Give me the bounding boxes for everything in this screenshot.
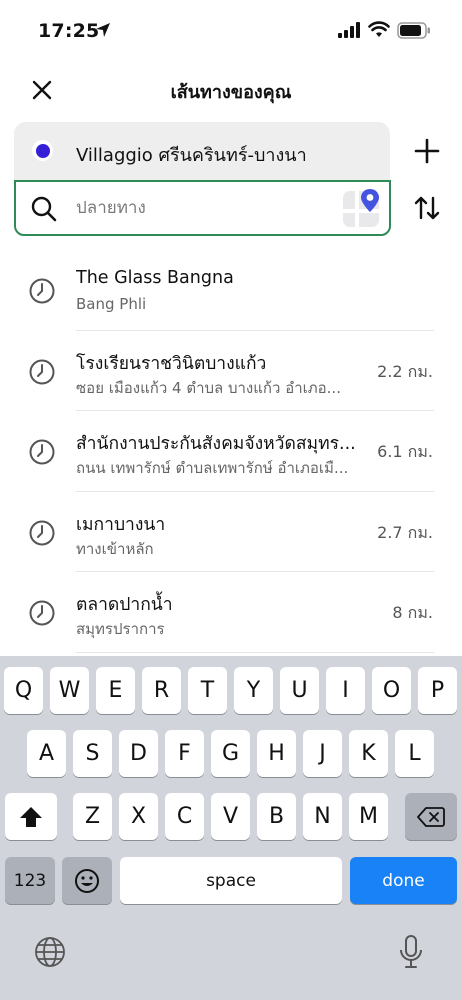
list-item[interactable]: สำนักงานประกันสังคมจังหวัดสมุทร... ถนน เ… bbox=[0, 411, 462, 492]
emoji-icon bbox=[75, 868, 99, 893]
key-l[interactable]: L bbox=[395, 730, 434, 777]
key-g[interactable]: G bbox=[211, 730, 250, 777]
shift-key[interactable] bbox=[5, 793, 57, 840]
globe-icon[interactable] bbox=[34, 936, 66, 968]
shift-icon bbox=[20, 806, 42, 827]
clock-icon bbox=[29, 520, 55, 545]
microphone-icon[interactable] bbox=[398, 934, 424, 970]
divider bbox=[76, 651, 434, 653]
item-distance: 2.2 กม. bbox=[377, 361, 433, 381]
wifi-icon bbox=[368, 21, 390, 37]
key-a[interactable]: A bbox=[27, 730, 66, 777]
key-v[interactable]: V bbox=[211, 793, 250, 840]
emoji-key[interactable] bbox=[62, 857, 112, 904]
key-q[interactable]: Q bbox=[4, 667, 43, 714]
item-subtitle: สมุทรปราการ bbox=[76, 620, 165, 638]
map-pin-icon[interactable] bbox=[341, 187, 381, 229]
origin-field[interactable]: Villaggio ศรีนครินทร์-บางนา bbox=[14, 122, 390, 180]
destination-input[interactable] bbox=[76, 194, 326, 222]
list-item[interactable]: เมกาบางนา ทางเข้าหลัก 2.7 กม. bbox=[0, 492, 462, 572]
list-item[interactable]: The Glass Bangna Bang Phli bbox=[0, 250, 462, 331]
item-title: โรงเรียนราชวินิตบางแก้ว bbox=[76, 353, 267, 374]
key-n[interactable]: N bbox=[303, 793, 342, 840]
list-item[interactable]: โรงเรียนราชวินิตบางแก้ว ซอย เมืองแก้ว 4 … bbox=[0, 331, 462, 411]
clock-icon bbox=[29, 278, 55, 304]
key-c[interactable]: C bbox=[165, 793, 204, 840]
item-subtitle: Bang Phli bbox=[76, 295, 147, 313]
numbers-key[interactable]: 123 bbox=[5, 857, 55, 904]
item-subtitle: ถนน เทพารักษ์ ตำบลเทพารักษ์ อำเภอเมื... bbox=[76, 459, 349, 477]
key-o[interactable]: O bbox=[372, 667, 411, 714]
key-z[interactable]: Z bbox=[73, 793, 112, 840]
backspace-icon bbox=[417, 806, 445, 827]
key-p[interactable]: P bbox=[418, 667, 457, 714]
key-r[interactable]: R bbox=[142, 667, 181, 714]
add-stop-icon[interactable] bbox=[412, 136, 442, 166]
key-h[interactable]: H bbox=[257, 730, 296, 777]
search-icon bbox=[31, 196, 57, 222]
location-arrow-icon bbox=[96, 23, 110, 37]
backspace-key[interactable] bbox=[405, 793, 457, 840]
key-t[interactable]: T bbox=[188, 667, 227, 714]
list-item[interactable]: ตลาดปากน้ำ สมุทรปราการ 8 กม. bbox=[0, 572, 462, 653]
status-bar: 17:25 bbox=[0, 0, 462, 62]
key-e[interactable]: E bbox=[96, 667, 135, 714]
status-time: 17:25 bbox=[38, 20, 100, 42]
swap-icon[interactable] bbox=[413, 194, 441, 222]
key-x[interactable]: X bbox=[119, 793, 158, 840]
item-subtitle: ซอย เมืองแก้ว 4 ตำบล บางแก้ว อำเภอ... bbox=[76, 378, 341, 397]
origin-dot-icon bbox=[32, 140, 53, 161]
key-y[interactable]: Y bbox=[234, 667, 273, 714]
clock-icon bbox=[29, 359, 55, 384]
header: เส้นทางของคุณ bbox=[0, 62, 462, 118]
item-distance: 6.1 กม. bbox=[377, 442, 433, 461]
key-u[interactable]: U bbox=[280, 667, 319, 714]
page-title: เส้นทางของคุณ bbox=[170, 82, 292, 103]
item-title: ตลาดปากน้ำ bbox=[76, 595, 173, 615]
key-b[interactable]: B bbox=[257, 793, 296, 840]
key-m[interactable]: M bbox=[349, 793, 388, 840]
key-k[interactable]: K bbox=[349, 730, 388, 777]
item-title: สำนักงานประกันสังคมจังหวัดสมุทร... bbox=[76, 434, 356, 454]
recent-list: The Glass Bangna Bang Phli โรงเรียนราชวิ… bbox=[0, 250, 462, 653]
keyboard: Q W E R T Y U I O P A S D F G H J K L Z … bbox=[0, 656, 462, 1000]
space-key[interactable]: space bbox=[120, 857, 342, 904]
key-j[interactable]: J bbox=[303, 730, 342, 777]
key-d[interactable]: D bbox=[119, 730, 158, 777]
origin-label: Villaggio ศรีนครินทร์-บางนา bbox=[76, 145, 307, 166]
item-title: เมกาบางนา bbox=[76, 514, 166, 535]
item-distance: 8 กม. bbox=[392, 603, 433, 622]
done-key[interactable]: done bbox=[350, 857, 457, 904]
battery-icon bbox=[397, 22, 430, 39]
item-distance: 2.7 กม. bbox=[377, 522, 433, 542]
clock-icon bbox=[29, 600, 55, 626]
key-w[interactable]: W bbox=[50, 667, 89, 714]
item-subtitle: ทางเข้าหลัก bbox=[76, 539, 154, 558]
key-f[interactable]: F bbox=[165, 730, 204, 777]
destination-field[interactable] bbox=[14, 180, 391, 236]
cellular-signal-icon bbox=[338, 22, 360, 38]
item-title: The Glass Bangna bbox=[76, 268, 234, 288]
clock-icon bbox=[29, 439, 55, 465]
key-i[interactable]: I bbox=[326, 667, 365, 714]
key-s[interactable]: S bbox=[73, 730, 112, 777]
